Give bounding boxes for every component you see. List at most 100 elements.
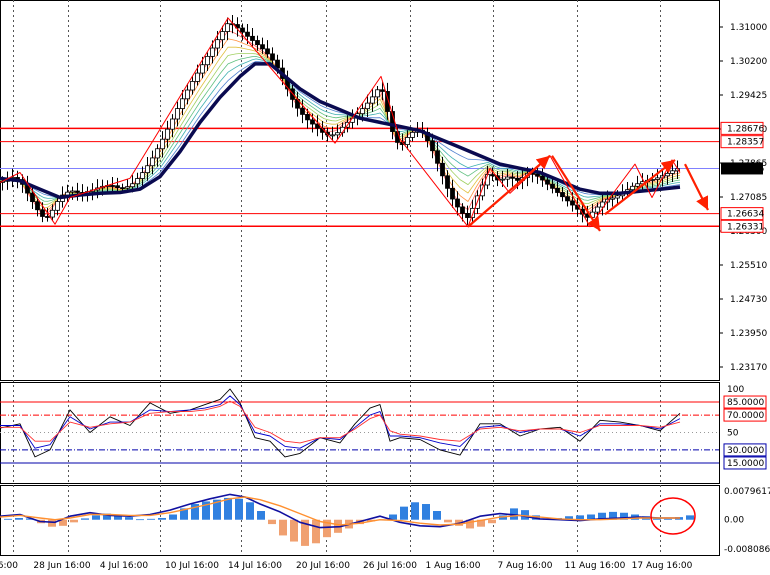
candle-body <box>265 48 270 55</box>
candle-body <box>30 192 35 203</box>
candle-body <box>215 39 220 49</box>
price-axis-label: 1.23950 <box>730 329 767 339</box>
candle-body <box>500 178 505 181</box>
candle-body <box>240 27 245 33</box>
macd-histogram-bar <box>158 517 166 520</box>
candle-body <box>145 165 150 174</box>
macd-histogram-bar <box>4 518 12 520</box>
x-tick-label: 17 Aug 16:00 <box>632 561 693 571</box>
macd-histogram-bar <box>400 506 408 520</box>
candle-body <box>170 118 175 130</box>
candle-body <box>405 137 410 145</box>
candle-body <box>655 177 660 180</box>
x-tick-label: 7 Aug 16:00 <box>498 561 553 571</box>
candle-body <box>40 209 45 217</box>
x-tick-label: 28 Jun 16:00 <box>33 561 90 571</box>
macd-histogram-bar <box>268 519 276 525</box>
level-label: 1.28676 <box>727 124 764 134</box>
candle-body <box>110 185 115 187</box>
x-tick-label: 20 Jul 16:00 <box>296 561 350 571</box>
macd-axis-label: 0.0079617 <box>724 487 770 497</box>
current-price-label: 1.27716 <box>727 164 764 174</box>
candle-body <box>480 184 485 197</box>
macd-axis-label: 0.00 <box>724 516 744 526</box>
candle-body <box>70 190 75 193</box>
candle-body <box>150 157 155 167</box>
candle-body <box>375 89 380 98</box>
candle-body <box>270 53 275 61</box>
osc-axis-label: 70.0000 <box>727 411 764 421</box>
x-tick-label: 11 Aug 16:00 <box>565 561 626 571</box>
macd-histogram-bar <box>686 515 694 520</box>
candle-body <box>160 138 165 150</box>
candle-body <box>310 119 315 125</box>
candle-body <box>245 31 250 37</box>
candle-body <box>185 89 190 100</box>
macd-histogram-bar <box>433 511 441 520</box>
candle-body <box>135 178 140 185</box>
candle-body <box>595 206 600 213</box>
candle-body <box>545 179 550 185</box>
candle-body <box>360 108 365 115</box>
candle-body <box>50 209 55 218</box>
candle-body <box>535 173 540 177</box>
candle-body <box>515 177 520 181</box>
candle-body <box>115 185 120 189</box>
candle-body <box>460 206 465 214</box>
candle-body <box>55 201 60 211</box>
candle-body <box>450 187 455 200</box>
price-axis-label: 1.30200 <box>730 57 767 67</box>
osc-axis-label: 50 <box>727 429 739 439</box>
level-label: 1.28357 <box>727 138 764 148</box>
candle-body <box>165 128 170 140</box>
macd-axis-label: -0.0080865 <box>724 545 770 555</box>
macd-histogram-bar <box>422 504 430 520</box>
candle-body <box>335 132 340 136</box>
candle-body <box>670 170 675 174</box>
macd-histogram-bar <box>290 519 298 542</box>
osc-axis-label: 85.0000 <box>727 398 764 408</box>
chart-canvas: 16:00 28 Jun 16:00 4 Jul 16:00 10 Jul 16:00… <box>0 0 770 571</box>
candle-body <box>305 114 310 121</box>
macd-histogram-bar <box>444 519 452 523</box>
candle-body <box>140 172 145 179</box>
x-tick-label: 16:00 <box>0 561 18 571</box>
candle-body <box>300 107 305 115</box>
candle-body <box>200 64 205 74</box>
macd-histogram-bar <box>81 518 89 520</box>
candle-body <box>490 174 495 177</box>
macd-histogram-bar <box>136 519 144 521</box>
candle-body <box>190 81 195 91</box>
macd-histogram-bar <box>488 519 496 524</box>
candle-body <box>45 216 50 218</box>
x-tick-label: 14 Jul 16:00 <box>228 561 282 571</box>
candle-body <box>255 40 260 46</box>
candle-body <box>180 98 185 109</box>
macd-histogram-bar <box>125 517 133 520</box>
price-axis-label: 1.31000 <box>730 23 767 33</box>
macd-histogram-bar <box>411 502 419 520</box>
macd-histogram-bar <box>246 502 254 520</box>
candle-body <box>120 187 125 190</box>
candle-body <box>370 96 375 104</box>
candle-body <box>615 195 620 199</box>
candle-body <box>610 197 615 200</box>
candle-body <box>630 185 635 191</box>
macd-histogram-bar <box>15 517 23 520</box>
candle-body <box>260 44 265 50</box>
x-tick-label: 10 Jul 16:00 <box>165 561 219 571</box>
x-tick-label: 1 Aug 16:00 <box>426 561 481 571</box>
candle-body <box>220 31 225 41</box>
candle-body <box>35 201 40 211</box>
candle-body <box>560 192 565 198</box>
osc-axis-label: 30.0000 <box>727 446 764 456</box>
candle-body <box>635 183 640 187</box>
candle-body <box>365 102 370 110</box>
candle-body <box>175 108 180 120</box>
candle-body <box>570 200 575 206</box>
price-axis-label: 1.25510 <box>730 261 767 271</box>
price-axis-label: 1.27085 <box>730 193 767 203</box>
candle-body <box>380 89 385 92</box>
macd-histogram-bar <box>70 519 78 523</box>
osc-axis-label: 15.0000 <box>727 459 764 469</box>
